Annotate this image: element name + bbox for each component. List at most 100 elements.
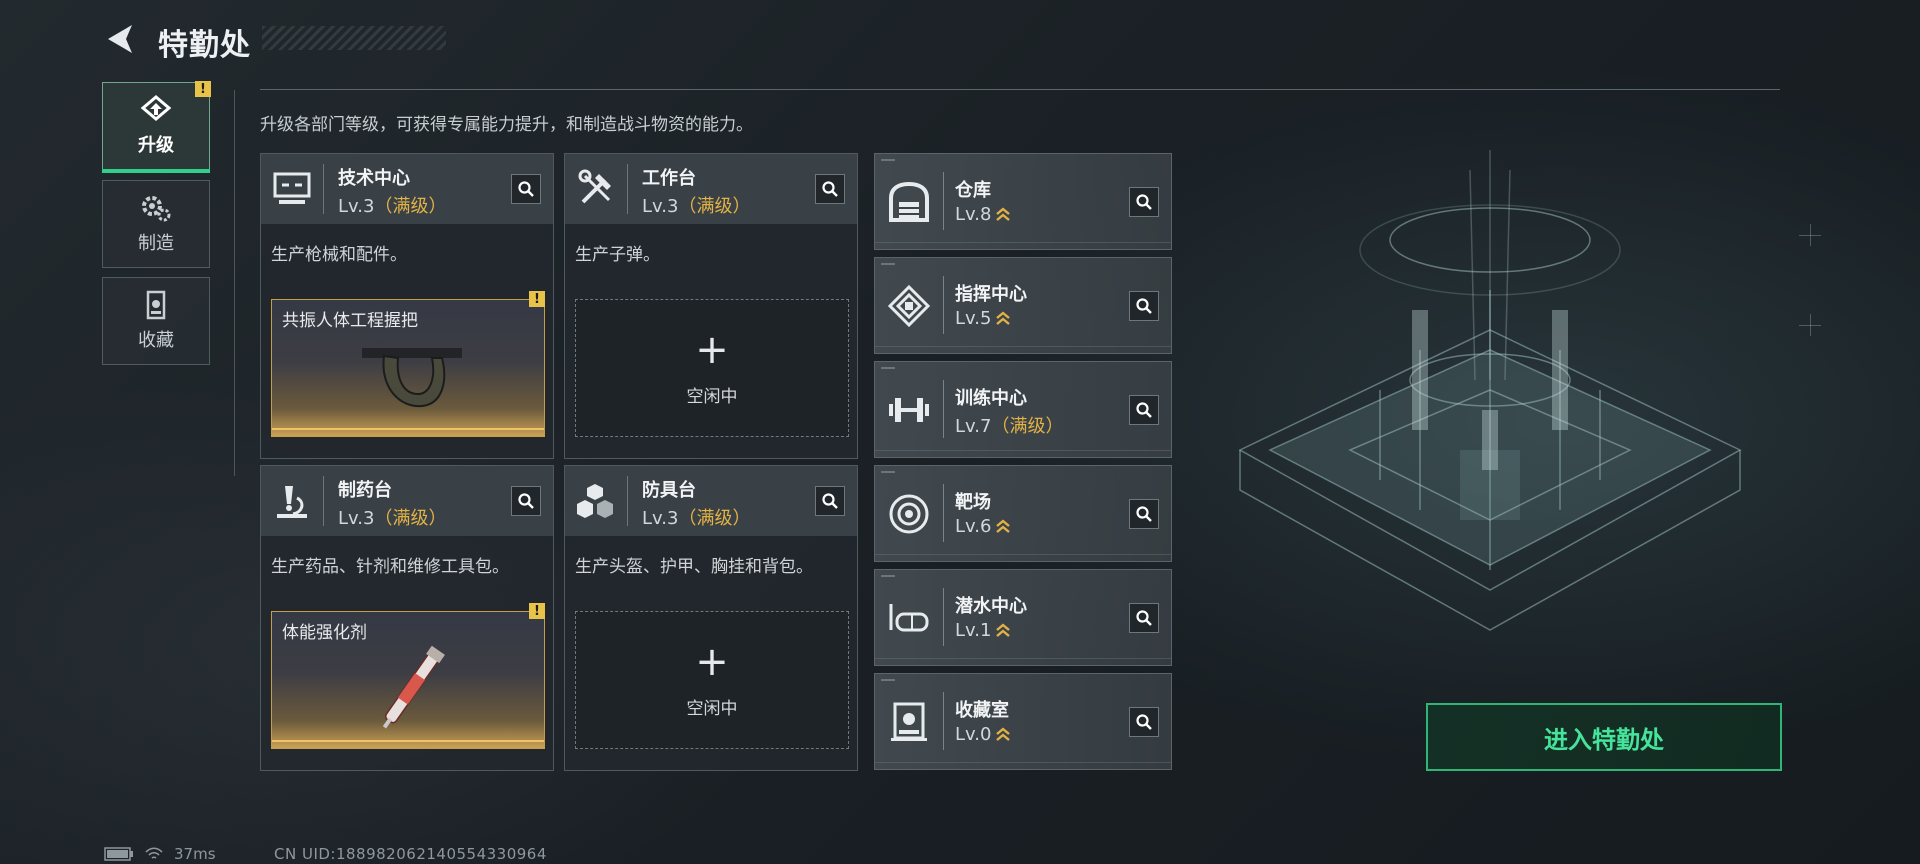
warning-badge: ! <box>195 81 211 97</box>
tab-upgrade[interactable]: 升级 ! <box>102 81 211 173</box>
command-chip-icon <box>887 284 931 328</box>
crafting-slot-empty[interactable]: + 空闲中 <box>575 611 849 749</box>
magnifier-icon <box>1136 714 1152 730</box>
search-button[interactable] <box>1129 187 1159 217</box>
search-button[interactable] <box>511 174 541 204</box>
station-name: 防具台 <box>642 480 696 501</box>
battery-icon <box>104 847 133 861</box>
plus-icon: + <box>695 327 729 373</box>
card-header: 制药台 Lv.3（满级） <box>261 466 553 536</box>
facility-level: Lv.0 <box>955 724 1011 745</box>
station-level: Lv.3（满级） <box>338 196 447 217</box>
station-description: 生产头盔、护甲、胸挂和背包。 <box>575 557 813 577</box>
facility-card-shooting-range[interactable]: 靶场 Lv.6 <box>874 465 1172 562</box>
tab-collection-label: 收藏 <box>138 330 174 351</box>
collection-icon <box>146 290 166 320</box>
search-button[interactable] <box>1129 291 1159 321</box>
grip-item-image <box>362 348 462 408</box>
injector-item-image <box>382 645 445 729</box>
station-name: 技术中心 <box>338 168 410 189</box>
facility-card-command-center[interactable]: 指挥中心 Lv.5 <box>874 257 1172 354</box>
workstation-card-workbench: 工作台 Lv.3（满级） 生产子弹。 + 空闲中 <box>564 153 858 459</box>
search-button[interactable] <box>1129 499 1159 529</box>
search-button[interactable] <box>1129 603 1159 633</box>
idle-label: 空闲中 <box>686 387 738 407</box>
target-icon <box>889 494 929 534</box>
tools-icon <box>578 169 611 204</box>
title-decoration <box>262 26 446 50</box>
display-case-icon <box>891 702 927 741</box>
back-arrow-icon[interactable] <box>102 22 138 56</box>
magnifier-icon <box>1136 298 1152 314</box>
plus-icon: + <box>695 639 729 685</box>
crafting-slot-empty[interactable]: + 空闲中 <box>575 299 849 437</box>
facility-level: Lv.6 <box>955 516 1011 537</box>
facility-name: 仓库 <box>955 180 991 201</box>
search-button[interactable] <box>815 486 845 516</box>
tab-craft-label: 制造 <box>138 233 174 254</box>
workstation-card-armory: 防具台 Lv.3（满级） 生产头盔、护甲、胸挂和背包。 + 空闲中 <box>564 465 858 771</box>
upgrade-icon <box>140 95 172 121</box>
user-id: CN UID:1889820621405543309​64 <box>274 845 547 863</box>
microscope-icon <box>277 486 307 518</box>
station-level: Lv.3（满级） <box>642 196 751 217</box>
station-level: Lv.3（满级） <box>642 508 751 529</box>
vertical-divider <box>234 90 235 476</box>
tab-upgrade-label: 升级 <box>138 135 174 156</box>
top-divider <box>260 89 1780 90</box>
dumbbell-icon <box>889 398 929 422</box>
facility-card-training-center[interactable]: 训练中心 Lv.7（满级） <box>874 361 1172 458</box>
boxes-icon <box>577 484 613 518</box>
warehouse-icon <box>889 181 929 222</box>
enter-special-ops-button[interactable]: 进入特勤处 <box>1426 703 1782 771</box>
facility-name: 潜水中心 <box>955 596 1027 617</box>
search-button[interactable] <box>815 174 845 204</box>
search-button[interactable] <box>1129 395 1159 425</box>
magnifier-icon <box>822 181 838 197</box>
facility-card-collection-room[interactable]: 收藏室 Lv.0 <box>874 673 1172 770</box>
magnifier-icon <box>1136 194 1152 210</box>
wifi-icon <box>145 847 163 859</box>
facility-card-diving-center[interactable]: 潜水中心 Lv.1 <box>874 569 1172 666</box>
search-button[interactable] <box>1129 707 1159 737</box>
facility-name: 训练中心 <box>955 388 1027 409</box>
page-title: 特勤处 <box>158 28 251 63</box>
corner-decoration <box>1799 235 1821 236</box>
base-hologram-illustration <box>1238 150 1742 631</box>
magnifier-icon <box>1136 610 1152 626</box>
station-level: Lv.3（满级） <box>338 508 447 529</box>
warning-badge: ! <box>529 603 545 619</box>
facility-name: 指挥中心 <box>955 284 1027 305</box>
upgrade-chevron-icon <box>996 727 1011 741</box>
magnifier-icon <box>1136 506 1152 522</box>
ping-value: 37ms <box>174 845 216 863</box>
status-bar: 37ms <box>104 845 216 863</box>
station-description: 生产枪械和配件。 <box>271 245 407 265</box>
search-button[interactable] <box>511 486 541 516</box>
workstation-card-tech-center: 技术中心 Lv.3（满级） 生产枪械和配件。 共振人体工程握把 ! <box>260 153 554 459</box>
card-header: 技术中心 Lv.3（满级） <box>261 154 553 224</box>
facility-name: 靶场 <box>955 492 991 513</box>
magnifier-icon <box>518 181 534 197</box>
crafting-slot-item[interactable]: 共振人体工程握把 ! <box>271 291 545 437</box>
magnifier-icon <box>822 493 838 509</box>
station-description: 生产药品、针剂和维修工具包。 <box>271 557 509 577</box>
page-description: 升级各部门等级，可获得专属能力提升，和制造战斗物资的能力。 <box>260 115 753 135</box>
station-name: 制药台 <box>338 480 392 501</box>
crafting-slot-item[interactable]: 体能强化剂 ! <box>271 603 545 749</box>
gears-icon <box>142 196 171 222</box>
tab-craft[interactable]: 制造 <box>102 180 210 268</box>
facility-name: 收藏室 <box>955 700 1009 721</box>
upgrade-chevron-icon <box>996 623 1011 637</box>
upgrade-chevron-icon <box>996 207 1011 221</box>
warning-badge: ! <box>529 291 545 307</box>
upgrade-chevron-icon <box>996 519 1011 533</box>
facility-level: Lv.1 <box>955 620 1011 641</box>
magnifier-icon <box>518 493 534 509</box>
magnifier-icon <box>1136 402 1152 418</box>
computer-icon <box>273 172 311 204</box>
facility-card-warehouse[interactable]: 仓库 Lv.8 <box>874 153 1172 250</box>
idle-label: 空闲中 <box>686 699 738 719</box>
tab-collection[interactable]: 收藏 <box>102 277 210 365</box>
facility-level: Lv.5 <box>955 308 1011 329</box>
